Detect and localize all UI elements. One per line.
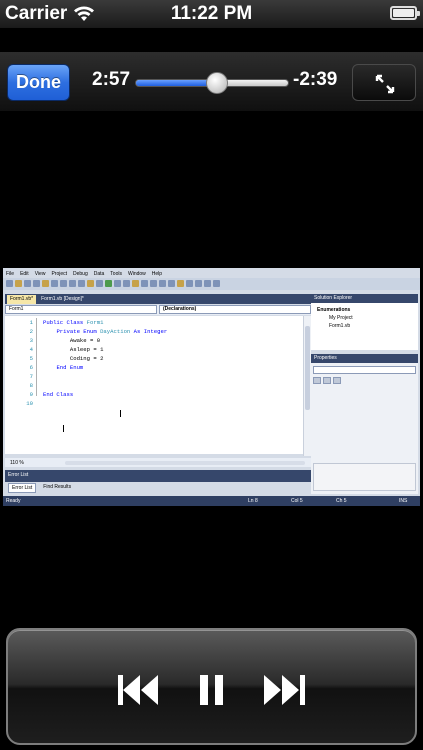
code-text: Asleep = 1 — [69, 346, 104, 353]
code-line: 3 Awake = 0 — [5, 336, 303, 345]
status-line: Ln 8 — [248, 498, 258, 504]
solution-explorer: Solution Explorer Enumerations My Project… — [311, 294, 418, 350]
next-button[interactable] — [262, 670, 312, 710]
code-text: Private Enum DayAction As Integer — [56, 328, 168, 335]
vs-menu-item: Tools — [110, 271, 122, 277]
document-tabs: Form1.vb* Form1.vb [Design]* — [5, 294, 311, 304]
vs-menu-item: Debug — [73, 271, 88, 277]
vs-menu-item: File — [6, 271, 15, 277]
code-text: End Class — [43, 391, 74, 398]
code-navigation-bar: Form1 (Declarations) — [5, 305, 311, 315]
line-number: 8 — [29, 382, 33, 389]
scrubber-track[interactable] — [135, 72, 289, 94]
battery-icon — [390, 6, 420, 20]
vs-menu-item: View — [34, 271, 46, 277]
code-text: Public Class Form1 — [43, 319, 104, 326]
zoom-level: 110 % — [10, 459, 24, 466]
scrubber-progress — [136, 80, 217, 86]
error-list-tab: Error List — [8, 483, 37, 493]
line-number: 4 — [29, 346, 33, 353]
line-number: 2 — [29, 328, 33, 335]
properties-panel: Properties — [311, 354, 418, 494]
vs-status-bar: Ready Ln 8 Col 5 Ch 5 INS — [3, 496, 420, 506]
skip-next-icon — [264, 675, 305, 705]
status-insert: INS — [399, 498, 408, 504]
document-tab: Form1.vb [Design]* — [41, 296, 84, 302]
error-list-tab: Find Results — [43, 484, 72, 490]
line-number: 7 — [29, 373, 33, 380]
fullscreen-button[interactable] — [352, 64, 416, 101]
pause-button[interactable] — [188, 670, 238, 710]
remaining-time: -2:39 — [293, 69, 338, 90]
error-list-tabs: Error List Find Results — [5, 482, 311, 494]
code-line: 5 Coding = 2 — [5, 354, 303, 363]
code-editor: 1 Public Class Form1 2 Private Enum DayAct… — [5, 316, 303, 454]
line-number: 5 — [29, 355, 33, 362]
status-char: Ch 5 — [336, 498, 347, 504]
vs-menu-item: Edit — [20, 271, 29, 277]
done-button[interactable]: Done — [7, 64, 70, 101]
code-line: 8 — [5, 381, 303, 390]
vs-toolbar — [3, 278, 420, 290]
vs-menu-item: Data — [93, 271, 105, 277]
transport-controls — [6, 628, 417, 745]
vs-menu-item: Project — [51, 271, 67, 277]
member-dropdown: (Declarations) — [159, 305, 311, 314]
vs-menu-item: Window — [127, 271, 146, 277]
vs-menu-item: Help — [151, 271, 163, 277]
code-line: 7 — [5, 372, 303, 381]
vs-menubar: File Edit View Project Debug Data Tools Window H… — [3, 270, 420, 278]
solution-tree-item: Form1.vb — [329, 323, 351, 329]
line-number: 6 — [29, 364, 33, 371]
fullscreen-toggle-icon — [375, 74, 395, 94]
code-line: 4 Asleep = 1 — [5, 345, 303, 354]
carrier-label: Carrier — [5, 3, 68, 24]
solution-tree-item: My Project — [329, 315, 353, 321]
video-frame[interactable]: File Edit View Project Debug Data Tools Window H… — [3, 268, 420, 506]
solution-tree-item: Enumerations — [317, 307, 351, 313]
properties-description — [313, 463, 416, 491]
player-top-bar: Done 2:57 -2:39 — [0, 52, 423, 112]
mouse-ibeam-cursor — [120, 410, 121, 417]
class-dropdown: Form1 — [5, 305, 157, 314]
code-line: 9 End Class — [5, 390, 303, 399]
editor-zoom-bar: 110 % — [5, 458, 311, 467]
properties-title: Properties — [311, 354, 418, 363]
line-number: 9 — [29, 391, 33, 398]
wifi-icon — [74, 6, 94, 21]
code-line: 10 — [5, 399, 303, 408]
code-line: 6 End Enum — [5, 363, 303, 372]
line-number: 3 — [29, 337, 33, 344]
status-bar: Carrier 11:22 PM — [0, 0, 423, 28]
editor-vertical-scrollbar — [303, 316, 311, 456]
member-dropdown-label: (Declarations) — [163, 306, 197, 312]
code-line: 1 Public Class Form1 — [5, 318, 303, 327]
code-text: End Enum — [56, 364, 84, 371]
solution-explorer-title: Solution Explorer — [311, 294, 418, 303]
solution-tree: Enumerations My Project Form1.vb — [311, 303, 418, 350]
pause-icon — [200, 675, 223, 705]
error-list-panel: Error List Error List Find Results — [5, 470, 311, 494]
code-line: 2 Private Enum DayAction As Integer — [5, 327, 303, 336]
skip-previous-icon — [118, 675, 158, 705]
status-ready: Ready — [6, 498, 21, 504]
document-tab: Form1.vb* — [7, 295, 37, 304]
error-list-title: Error List — [8, 472, 29, 478]
line-number: 10 — [26, 400, 33, 407]
code-text: Coding = 2 — [69, 355, 104, 362]
scrubber-thumb[interactable] — [205, 72, 228, 94]
previous-button[interactable] — [116, 670, 166, 710]
code-text: Awake = 0 — [69, 337, 101, 344]
status-column: Col 5 — [291, 498, 303, 504]
line-number: 1 — [29, 319, 33, 326]
properties-object-dropdown — [313, 366, 416, 374]
text-caret — [63, 425, 64, 432]
properties-toolbar — [313, 377, 353, 385]
elapsed-time: 2:57 — [92, 69, 131, 90]
